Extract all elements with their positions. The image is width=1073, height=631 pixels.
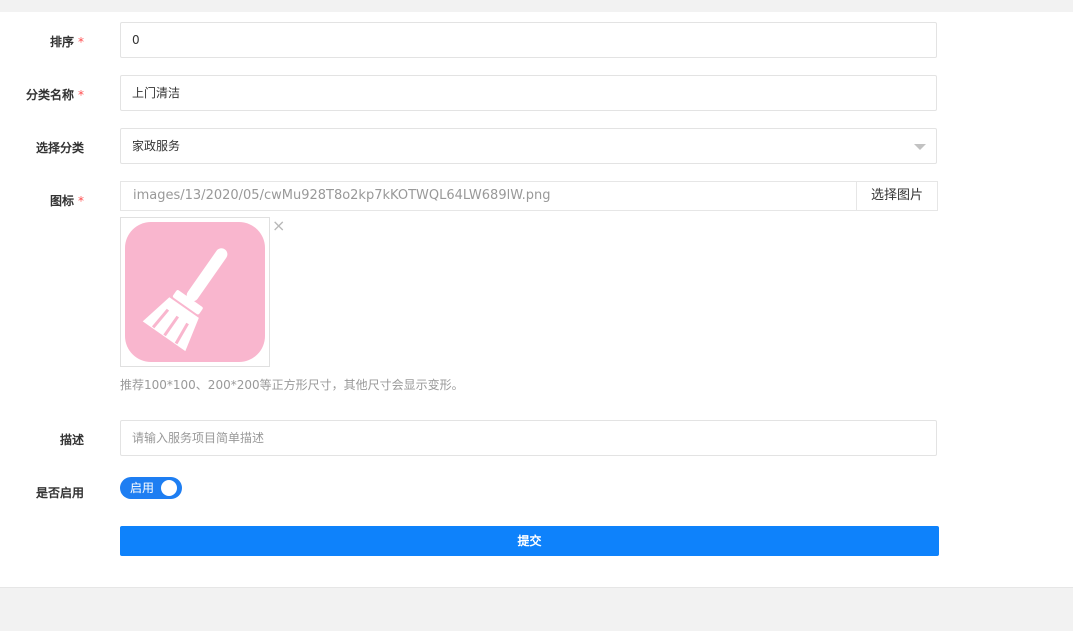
remove-image-icon[interactable]: × <box>272 217 285 235</box>
form-panel: 排序 * 0 分类名称 * 上门清洁 选择分类 家政服务 图标 * images/13… <box>0 12 1073 588</box>
parent-category-label: 选择分类 <box>35 141 84 155</box>
required-mark: * <box>78 88 84 102</box>
toggle-text: 启用 <box>130 481 155 495</box>
category-name-input[interactable]: 上门清洁 <box>120 75 937 111</box>
required-mark: * <box>78 35 84 49</box>
icon-path-input[interactable]: images/13/2020/05/cwMu928T8o2kp7kKOTWQL6… <box>120 181 857 211</box>
chevron-down-icon <box>914 144 926 150</box>
sort-label: 排序 * <box>49 35 84 49</box>
description-input[interactable]: 请输入服务项目简单描述 <box>120 420 937 456</box>
enabled-label: 是否启用 <box>35 486 84 500</box>
image-size-hint: 推荐100*100、200*200等正方形尺寸，其他尺寸会显示变形。 <box>120 378 464 392</box>
enabled-toggle[interactable]: 启用 <box>120 477 182 499</box>
sort-input[interactable]: 0 <box>120 22 937 58</box>
toggle-knob <box>161 480 177 496</box>
required-mark: * <box>78 194 84 208</box>
submit-button[interactable]: 提交 <box>120 526 939 556</box>
description-label: 描述 <box>59 433 84 447</box>
icon-preview <box>120 217 270 367</box>
category-name-label: 分类名称 * <box>25 88 84 102</box>
choose-image-button[interactable]: 选择图片 <box>856 181 938 211</box>
parent-category-select[interactable]: 家政服务 <box>120 128 937 164</box>
parent-category-value: 家政服务 <box>132 139 181 153</box>
icon-label: 图标 * <box>49 194 84 208</box>
broom-icon <box>125 222 265 362</box>
